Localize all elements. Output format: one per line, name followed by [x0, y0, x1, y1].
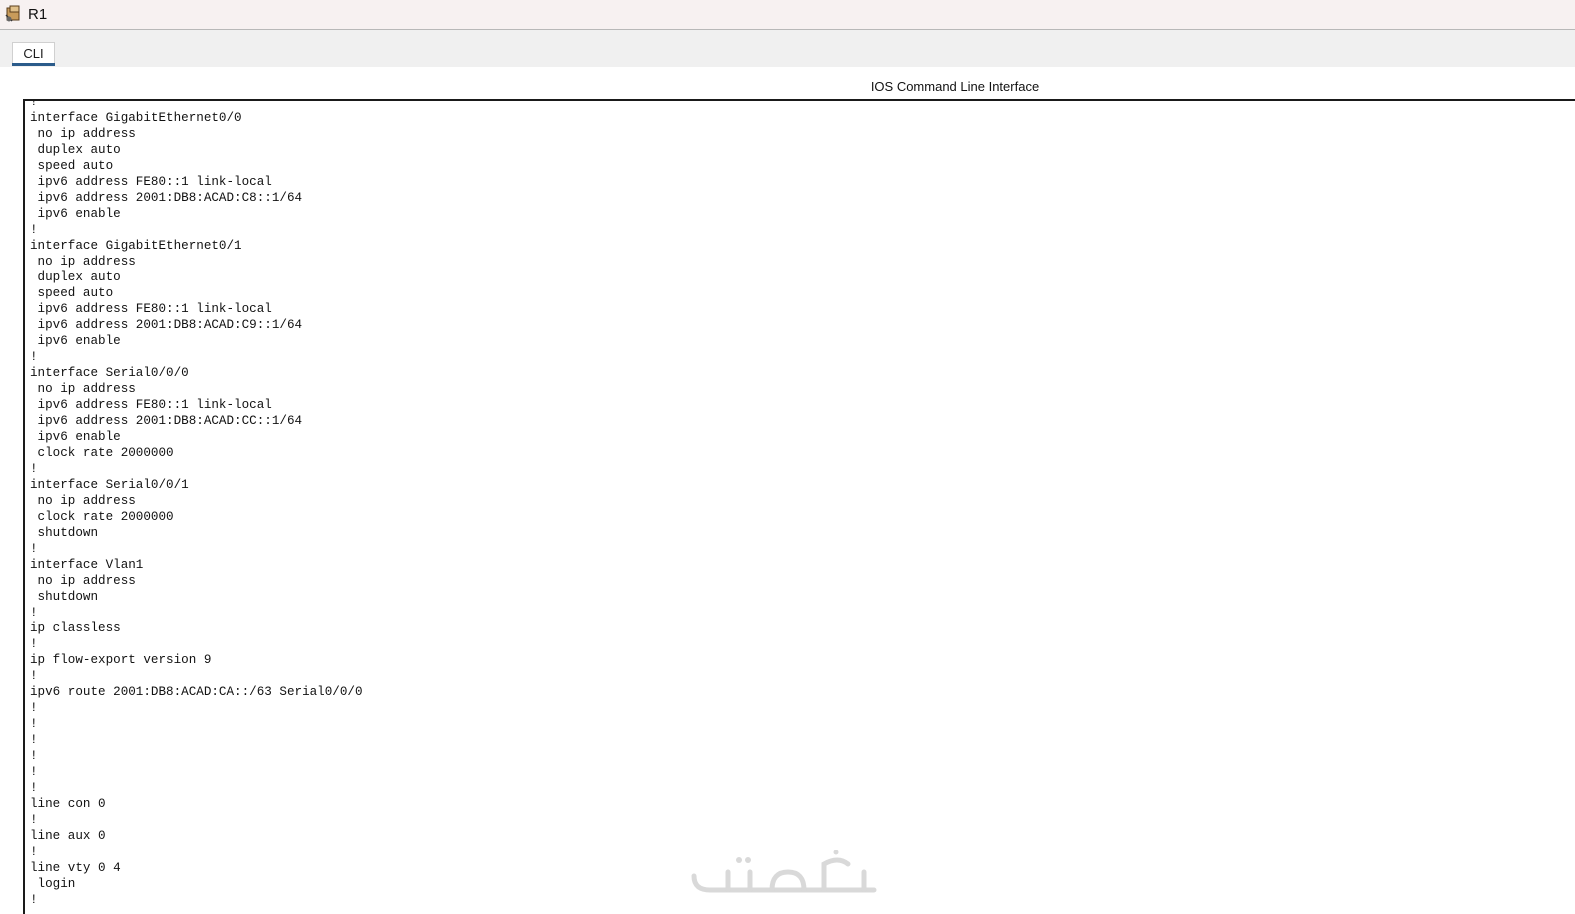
terminal-line: clock rate 2000000 — [30, 509, 174, 524]
terminal-line: interface Serial0/0/1 — [30, 477, 189, 492]
terminal-line: ! — [30, 780, 38, 795]
terminal-line: ! — [30, 765, 38, 780]
terminal-line: line aux 0 — [30, 828, 106, 843]
window-title: R1 — [28, 6, 48, 23]
terminal-line: ! — [30, 222, 38, 237]
watermark-logo — [691, 850, 877, 893]
terminal-line: ! — [30, 605, 38, 620]
terminal-line: interface Vlan1 — [30, 557, 144, 572]
router-icon — [5, 5, 20, 22]
terminal-line: clock rate 2000000 — [30, 445, 174, 460]
terminal-line: ipv6 enable — [30, 206, 121, 221]
terminal-line: ! — [30, 717, 38, 732]
terminal-line: ! — [30, 749, 38, 764]
terminal-line: ipv6 address 2001:DB8:ACAD:C8::1/64 — [30, 190, 303, 205]
terminal-line: duplex auto — [30, 270, 121, 285]
terminal-line: ipv6 address FE80::1 link-local — [30, 302, 272, 317]
terminal-line: ipv6 route 2001:DB8:ACAD:CA::/63 Serial0… — [30, 685, 363, 700]
terminal-console[interactable]: ! interface GigabitEthernet0/0 no ip add… — [23, 99, 1575, 914]
terminal-line: ! — [30, 99, 38, 109]
cli-heading: IOS Command Line Interface — [870, 79, 1040, 94]
terminal-line: ipv6 address FE80::1 link-local — [30, 174, 272, 189]
terminal-line: ! — [30, 541, 38, 556]
terminal-line: login — [30, 876, 76, 891]
terminal-line: interface GigabitEthernet0/1 — [30, 238, 242, 253]
terminal-line: ! — [30, 812, 38, 827]
terminal-line: ipv6 enable — [30, 334, 121, 349]
tab-strip: CLI — [0, 30, 1575, 67]
terminal-line: shutdown — [30, 589, 99, 604]
terminal-line: ipv6 address 2001:DB8:ACAD:CC::1/64 — [30, 414, 303, 429]
terminal-line: ipv6 address FE80::1 link-local — [30, 398, 272, 413]
terminal-line: no ip address — [30, 254, 136, 269]
terminal-line: ip classless — [30, 621, 121, 636]
terminal-line: no ip address — [30, 573, 136, 588]
terminal-line: no ip address — [30, 126, 136, 141]
terminal-line: shutdown — [30, 525, 99, 540]
terminal-line: no ip address — [30, 493, 136, 508]
active-tab-indicator — [12, 63, 55, 66]
tab-cli-label: CLI — [23, 46, 44, 61]
terminal-line: ! — [30, 892, 38, 907]
terminal-line: ! — [30, 669, 38, 684]
terminal-line: duplex auto — [30, 142, 121, 157]
terminal-line: ! — [30, 350, 38, 365]
terminal-line: speed auto — [30, 158, 114, 173]
terminal-line: ! — [30, 637, 38, 652]
terminal-output: ! interface GigabitEthernet0/0 no ip add… — [30, 99, 363, 909]
terminal-line: ! — [30, 733, 38, 748]
terminal-line: ipv6 enable — [30, 430, 121, 445]
terminal-line: line con 0 — [30, 796, 106, 811]
terminal-line: ! — [30, 701, 38, 716]
terminal-line: ! — [30, 461, 38, 476]
terminal-line: line vty 0 4 — [30, 860, 121, 875]
window-titlebar: R1 — [0, 0, 1575, 30]
terminal-line: ipv6 address 2001:DB8:ACAD:C9::1/64 — [30, 318, 303, 333]
terminal-line: interface GigabitEthernet0/0 — [30, 110, 242, 125]
terminal-line: ! — [30, 844, 38, 859]
terminal-line: no ip address — [30, 382, 136, 397]
terminal-line: ip flow-export version 9 — [30, 653, 212, 668]
terminal-line: interface Serial0/0/0 — [30, 366, 189, 381]
terminal-line: speed auto — [30, 286, 114, 301]
